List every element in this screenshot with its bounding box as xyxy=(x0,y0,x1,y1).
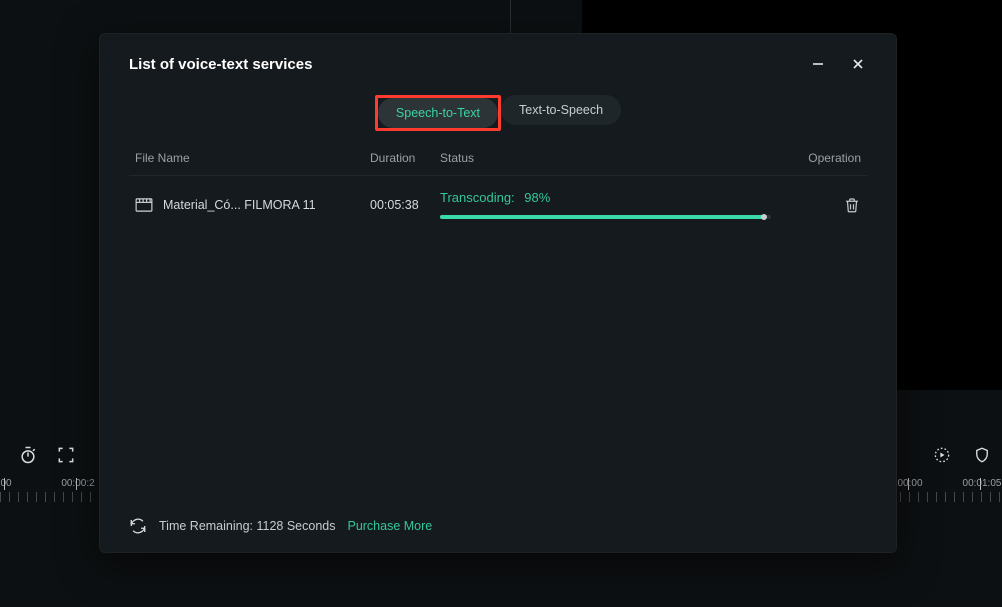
timeline-toolbar-right xyxy=(930,438,994,472)
cell-file: Material_Có... FILMORA 11 xyxy=(135,198,370,212)
refresh-icon[interactable] xyxy=(129,517,147,535)
file-name: Material_Có... FILMORA 11 xyxy=(163,198,316,212)
cell-status: Transcoding: 98% xyxy=(440,190,791,219)
status-percent: 98% xyxy=(524,190,550,205)
progress-knob xyxy=(761,214,767,220)
delete-button[interactable] xyxy=(843,196,861,214)
voice-text-services-dialog: List of voice-text services Speech-to-Te… xyxy=(99,33,897,553)
tab-label: Speech-to-Text xyxy=(396,106,480,120)
minimize-button[interactable] xyxy=(809,55,827,73)
table-header: File Name Duration Status Operation xyxy=(129,151,867,176)
status-text: Transcoding: 98% xyxy=(440,190,771,205)
cell-operation xyxy=(791,196,861,214)
progress-fill xyxy=(440,215,764,219)
time-remaining: Time Remaining: 1128 Seconds xyxy=(159,519,335,533)
progress-bar xyxy=(440,215,771,219)
crop-marker-icon[interactable] xyxy=(54,443,78,467)
close-button[interactable] xyxy=(849,55,867,73)
ruler-label: 00:00 xyxy=(897,478,922,489)
render-gear-icon[interactable] xyxy=(930,443,954,467)
col-header-status: Status xyxy=(440,151,791,165)
video-clip-icon xyxy=(135,198,153,212)
ruler-label: 00:00:2 xyxy=(61,478,94,489)
dialog-title: List of voice-text services xyxy=(129,56,312,73)
cell-duration: 00:05:38 xyxy=(370,198,440,212)
ruler-label: 00:01:05 xyxy=(963,478,1002,489)
speech-to-text-highlight: Speech-to-Text xyxy=(375,95,501,131)
status-label: Transcoding: xyxy=(440,190,515,205)
table-row: Material_Có... FILMORA 11 00:05:38 Trans… xyxy=(129,176,867,219)
dialog-footer: Time Remaining: 1128 Seconds Purchase Mo… xyxy=(129,517,867,535)
tab-speech-to-text[interactable]: Speech-to-Text xyxy=(378,98,498,128)
ruler-label: 00 xyxy=(0,478,11,489)
window-controls xyxy=(809,55,867,73)
col-header-file: File Name xyxy=(135,151,370,165)
purchase-more-link[interactable]: Purchase More xyxy=(347,519,432,533)
stopwatch-icon[interactable] xyxy=(16,443,40,467)
tab-text-to-speech[interactable]: Text-to-Speech xyxy=(501,95,621,125)
tab-label: Text-to-Speech xyxy=(519,103,603,117)
service-tabs: Speech-to-Text Text-to-Speech xyxy=(129,95,867,131)
shield-icon[interactable] xyxy=(970,443,994,467)
col-header-operation: Operation xyxy=(791,151,861,165)
dialog-header: List of voice-text services xyxy=(129,55,867,73)
col-header-duration: Duration xyxy=(370,151,440,165)
